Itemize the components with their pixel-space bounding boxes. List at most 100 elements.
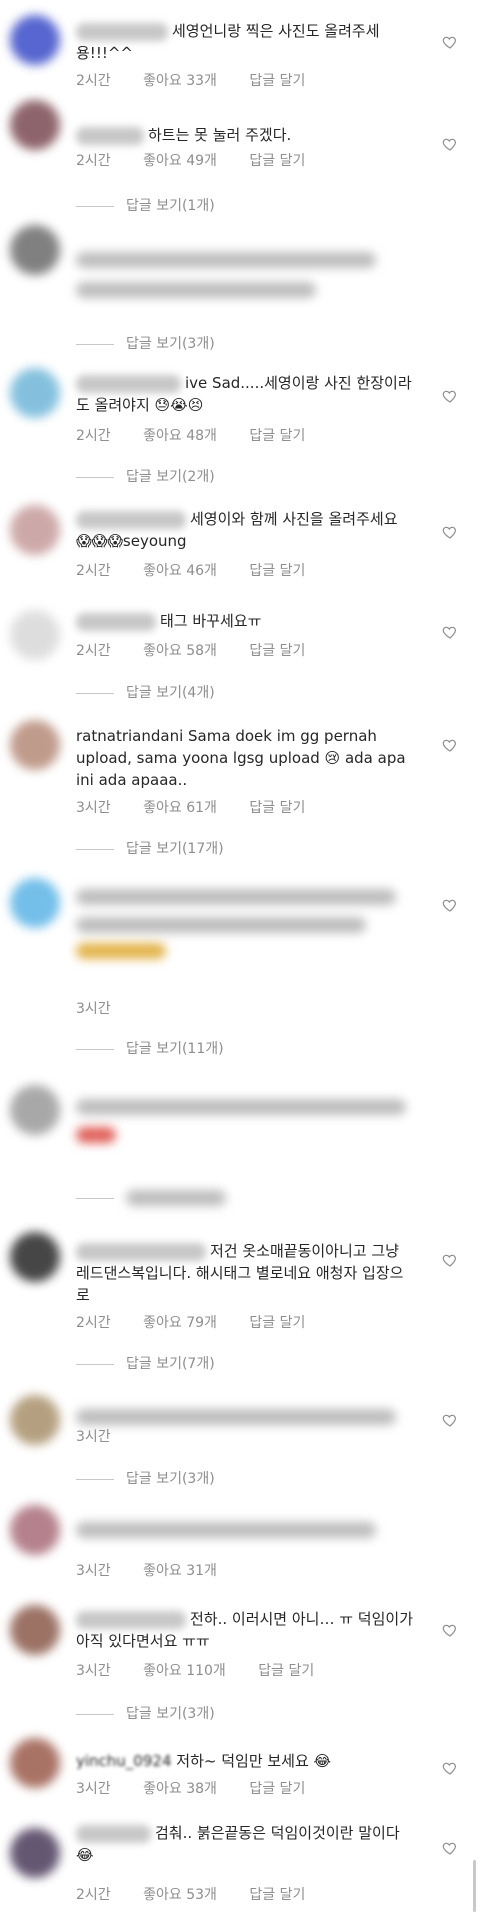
likes-count[interactable]: 좋아요 79개 xyxy=(143,1315,217,1331)
likes-count[interactable]: 좋아요 31개 xyxy=(143,1563,217,1579)
view-replies-label[interactable]: 답글 보기(4개) xyxy=(126,685,215,701)
avatar[interactable] xyxy=(10,1738,60,1788)
view-replies-label[interactable]: 답글 보기(3개) xyxy=(126,1471,215,1487)
avatar[interactable] xyxy=(10,15,60,65)
comment-meta: 2시간 좋아요 48개 답글 달기 xyxy=(76,425,333,445)
heart-outline-icon[interactable] xyxy=(442,1252,458,1268)
likes-count[interactable]: 좋아요 49개 xyxy=(143,153,217,169)
heart-outline-icon[interactable] xyxy=(442,1412,458,1428)
blurred-comment xyxy=(76,1098,406,1115)
reply-button[interactable]: 답글 달기 xyxy=(249,153,305,169)
view-replies-label[interactable]: 답글 보기(11개) xyxy=(126,1041,224,1057)
view-replies[interactable]: 답글 보기(1개) xyxy=(76,195,215,215)
avatar[interactable] xyxy=(10,1505,60,1555)
avatar[interactable] xyxy=(10,1232,60,1282)
username-blurred[interactable] xyxy=(76,612,156,631)
heart-outline-icon[interactable] xyxy=(442,1760,458,1776)
scrollbar-thumb[interactable] xyxy=(473,1860,476,1912)
view-replies[interactable] xyxy=(76,1190,226,1206)
likes-count[interactable]: 좋아요 61개 xyxy=(143,800,217,816)
likes-count[interactable]: 좋아요 48개 xyxy=(143,428,217,444)
comment-body xyxy=(76,248,416,298)
comment-meta: 2시간 좋아요 53개 답글 달기 xyxy=(76,1884,333,1904)
view-replies[interactable]: 답글 보기(17개) xyxy=(76,838,224,858)
view-replies-label[interactable]: 답글 보기(3개) xyxy=(126,336,215,352)
view-replies-label[interactable]: 답글 보기(1개) xyxy=(126,198,215,214)
avatar[interactable] xyxy=(10,720,60,770)
heart-outline-icon[interactable] xyxy=(442,34,458,50)
view-replies-label[interactable]: 답글 보기(17개) xyxy=(126,841,224,857)
reply-button[interactable]: 답글 달기 xyxy=(249,563,305,579)
heart-outline-icon[interactable] xyxy=(442,737,458,753)
username-blurred[interactable] xyxy=(76,126,144,145)
reply-button[interactable]: 답글 달기 xyxy=(258,1663,314,1679)
view-replies-label[interactable]: 답글 보기(2개) xyxy=(126,469,215,485)
avatar[interactable] xyxy=(10,1395,60,1445)
avatar[interactable] xyxy=(10,225,60,275)
reply-button[interactable]: 답글 달기 xyxy=(249,428,305,444)
username-blurred[interactable] xyxy=(76,1242,206,1261)
comment-time: 3시간 xyxy=(76,1781,111,1797)
heart-outline-icon[interactable] xyxy=(442,624,458,640)
avatar[interactable] xyxy=(10,1828,60,1878)
blurred-comment xyxy=(76,1521,376,1538)
comment-body xyxy=(76,1095,416,1143)
avatar[interactable] xyxy=(10,368,60,418)
view-replies[interactable]: 답글 보기(11개) xyxy=(76,1038,224,1058)
heart-outline-icon[interactable] xyxy=(442,524,458,540)
comment-time: 2시간 xyxy=(76,1887,111,1903)
comment-body: 전하.. 이러시면 아니… ㅠ 덕임이가 아직 있다면서요 ㅠㅠ xyxy=(76,1608,416,1652)
likes-count[interactable]: 좋아요 53개 xyxy=(143,1887,217,1903)
username-blurred[interactable] xyxy=(76,22,168,41)
comment-time: 2시간 xyxy=(76,428,111,444)
comment-meta: 3시간 xyxy=(76,998,139,1018)
username-blurred[interactable] xyxy=(76,1610,186,1629)
heart-outline-icon[interactable] xyxy=(442,136,458,152)
comment-body xyxy=(76,885,416,959)
avatar[interactable] xyxy=(10,1085,60,1135)
likes-count[interactable]: 좋아요 58개 xyxy=(143,643,217,659)
heart-outline-icon[interactable] xyxy=(442,388,458,404)
view-replies[interactable]: 답글 보기(3개) xyxy=(76,1703,215,1723)
heart-outline-icon[interactable] xyxy=(442,897,458,913)
reply-button[interactable]: 답글 달기 xyxy=(249,1315,305,1331)
username-blurred[interactable] xyxy=(76,1824,151,1843)
view-replies-label[interactable]: 답글 보기(3개) xyxy=(126,1706,215,1722)
view-replies-label[interactable]: 답글 보기(7개) xyxy=(126,1356,215,1372)
avatar[interactable] xyxy=(10,100,60,150)
avatar[interactable] xyxy=(10,878,60,928)
comment-body: ive Sad.....세영이랑 사진 한장이라도 올려야지 😓😭😣 xyxy=(76,372,416,416)
reply-button[interactable]: 답글 달기 xyxy=(249,73,305,89)
avatar[interactable] xyxy=(10,505,60,555)
comment-body: 저건 옷소매끝동이아니고 그냥 레드댄스복입니다. 해시태그 별로네요 애청자 … xyxy=(76,1240,416,1306)
comment-body: ratnatriandani Sama doek im gg pernah up… xyxy=(76,725,416,791)
view-replies[interactable]: 답글 보기(3개) xyxy=(76,1468,215,1488)
heart-outline-icon[interactable] xyxy=(442,1840,458,1856)
likes-count[interactable]: 좋아요 33개 xyxy=(143,73,217,89)
view-replies[interactable]: 답글 보기(7개) xyxy=(76,1353,215,1373)
comment-time: 3시간 xyxy=(76,1429,111,1445)
username[interactable]: ratnatriandani xyxy=(76,727,183,745)
comment-meta: 3시간 좋아요 110개 답글 달기 xyxy=(76,1660,342,1680)
avatar[interactable] xyxy=(10,1605,60,1655)
username[interactable]: yinchu_0924 xyxy=(76,1752,172,1770)
likes-count[interactable]: 좋아요 110개 xyxy=(143,1663,226,1679)
reply-button[interactable]: 답글 달기 xyxy=(249,1887,305,1903)
divider-line xyxy=(76,1197,114,1199)
reply-button[interactable]: 답글 달기 xyxy=(249,643,305,659)
comment-time: 2시간 xyxy=(76,73,111,89)
likes-count[interactable]: 좋아요 38개 xyxy=(143,1781,217,1797)
reply-button[interactable]: 답글 달기 xyxy=(249,800,305,816)
heart-outline-icon[interactable] xyxy=(442,1622,458,1638)
comment-time: 3시간 xyxy=(76,1663,111,1679)
view-replies[interactable]: 답글 보기(4개) xyxy=(76,682,215,702)
comment-meta: 2시간 좋아요 33개 답글 달기 xyxy=(76,70,333,90)
avatar[interactable] xyxy=(10,610,60,660)
username-blurred[interactable] xyxy=(76,510,186,529)
username-blurred[interactable] xyxy=(76,374,181,393)
view-replies[interactable]: 답글 보기(3개) xyxy=(76,333,215,353)
reply-button[interactable]: 답글 달기 xyxy=(249,1781,305,1797)
comment-body: yinchu_0924 저하~ 덕임만 보세요 😂 xyxy=(76,1750,416,1772)
likes-count[interactable]: 좋아요 46개 xyxy=(143,563,217,579)
view-replies[interactable]: 답글 보기(2개) xyxy=(76,466,215,486)
